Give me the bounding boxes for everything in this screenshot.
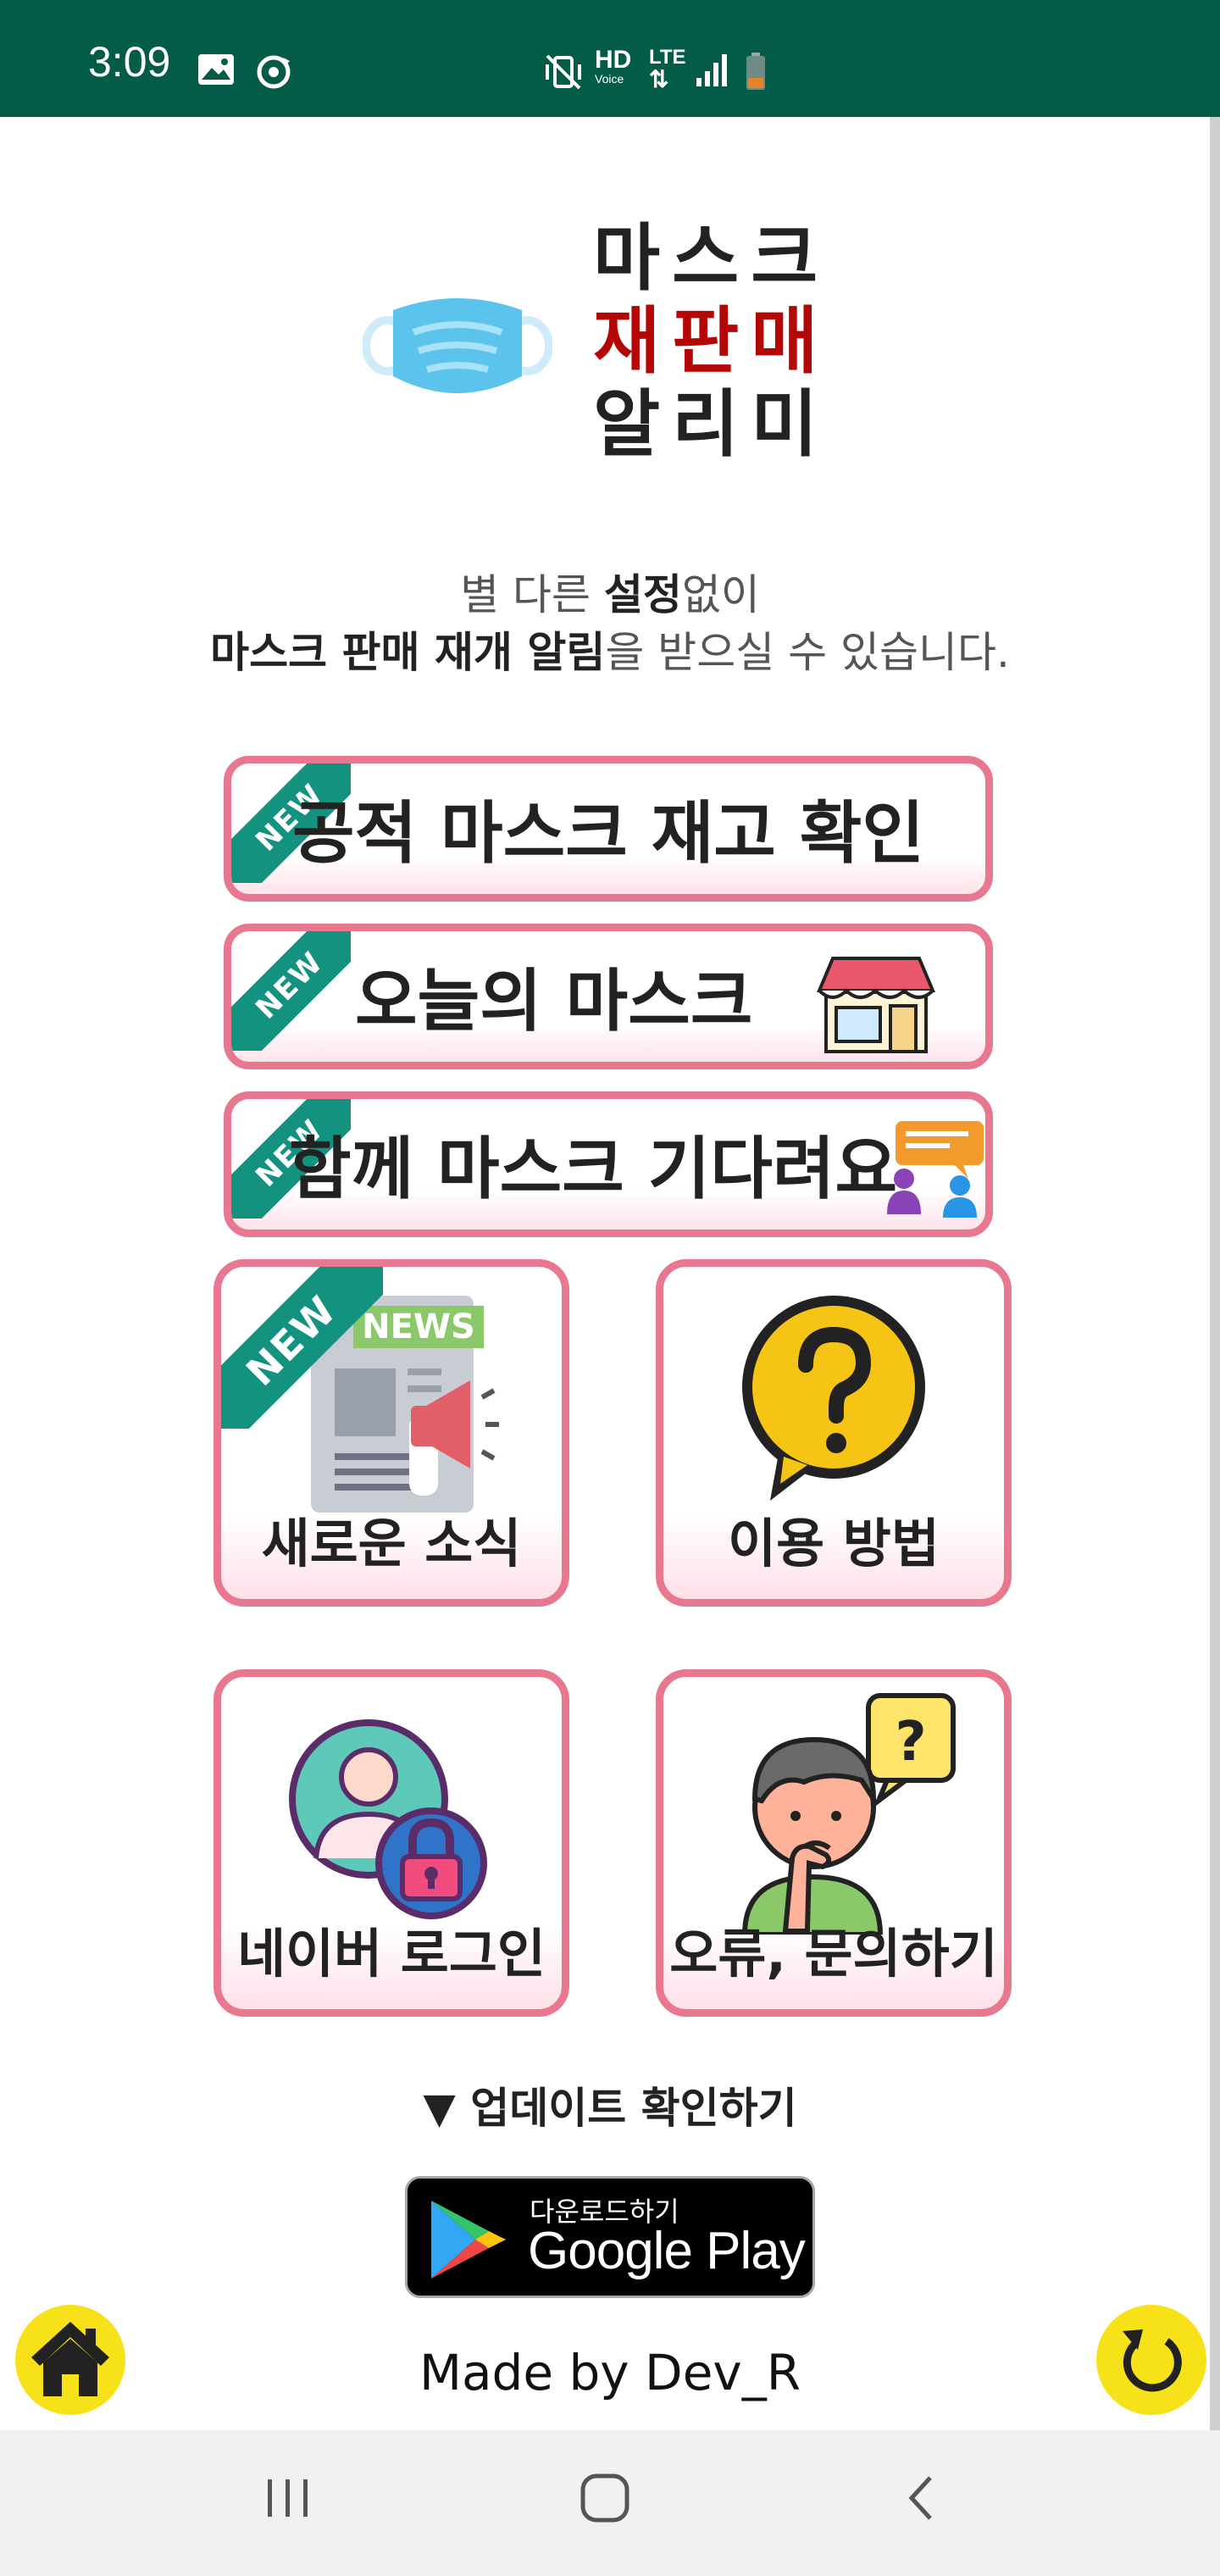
signal-icon	[696, 54, 727, 86]
question-bubble-icon	[742, 1296, 925, 1501]
thinking-person-icon: ?	[741, 1693, 956, 1935]
new-ribbon: NEW	[231, 931, 351, 1051]
home-nav-icon[interactable]	[580, 2473, 630, 2523]
app-description: 별 다른 설정없이 마스크 판매 재개 알림을 받으실 수 있습니다.	[0, 566, 1220, 681]
chat-people-icon	[887, 1121, 984, 1218]
description-line-1: 별 다른 설정없이	[0, 566, 1220, 624]
system-nav-bar	[0, 2430, 1220, 2576]
how-to-use-label: 이용 방법	[728, 1513, 940, 1574]
voice-label: Voice	[595, 72, 624, 86]
description-text: 별 다른	[460, 570, 604, 619]
stock-check-button[interactable]: NEW 공적 마스크 재고 확인	[224, 756, 993, 902]
mute-vibrate-icon	[546, 54, 581, 90]
wait-together-label: 함께 마스크 기다려요	[289, 1130, 898, 1208]
description-text: 없이	[681, 570, 760, 619]
status-time: 3:09	[88, 38, 171, 86]
news-label: 새로운 소식	[261, 1513, 522, 1574]
battery-icon	[746, 53, 765, 90]
new-ribbon-label: NEW	[231, 931, 351, 1051]
back-icon[interactable]	[901, 2473, 944, 2523]
refresh-icon	[1123, 2329, 1182, 2392]
today-mask-button[interactable]: NEW 오늘의 마스크	[224, 924, 993, 1069]
lte-icon: LTE ⇅	[649, 46, 686, 92]
user-lock-icon	[289, 1719, 487, 1919]
naver-login-label: 네이버 로그인	[237, 1923, 546, 1985]
description-text: 을 받으실 수 있습니다.	[605, 628, 1010, 677]
store-icon	[816, 957, 936, 1053]
report-button[interactable]: ? 오류, 문의하기	[656, 1669, 1012, 2017]
hd-voice-icon: HD Voice	[595, 46, 637, 86]
app-logo-title: 마스크 재판매 알리미	[593, 217, 847, 466]
new-ribbon-label: NEW	[221, 1267, 383, 1429]
made-by-credit: Made by Dev_R	[419, 2344, 801, 2401]
stock-check-label: 공적 마스크 재고 확인	[292, 794, 924, 873]
image-icon	[198, 54, 234, 85]
status-bar: 3:09 HD Voice LTE ⇅	[0, 0, 1220, 117]
recent-apps-icon[interactable]	[263, 2473, 313, 2523]
lte-label: LTE	[649, 46, 686, 69]
sync-icon	[257, 55, 291, 89]
google-play-button[interactable]: 다운로드하기 Google Play	[405, 2176, 815, 2298]
how-to-use-button[interactable]: 이용 방법	[656, 1259, 1012, 1607]
new-ribbon: NEW	[221, 1267, 383, 1429]
naver-login-button[interactable]: 네이버 로그인	[214, 1669, 569, 2017]
description-bold: 설정	[603, 570, 682, 619]
home-button[interactable]	[15, 2305, 125, 2415]
svg-text:?: ?	[895, 1711, 926, 1774]
logo-line-3: 알리미	[593, 382, 830, 467]
store-big-label: Google Play	[528, 2222, 806, 2280]
hd-label: HD	[595, 46, 632, 74]
wait-together-button[interactable]: NEW 함께 마스크 기다려요	[224, 1091, 993, 1237]
logo-line-1: 마스크	[593, 216, 830, 301]
report-label: 오류, 문의하기	[669, 1923, 998, 1985]
refresh-button[interactable]	[1096, 2305, 1206, 2415]
description-line-2: 마스크 판매 재개 알림을 받으실 수 있습니다.	[0, 624, 1220, 681]
description-bold: 마스크 판매 재개 알림	[210, 628, 606, 677]
logo-line-2: 재판매	[593, 299, 830, 384]
mask-logo-icon	[363, 298, 552, 393]
today-mask-label: 오늘의 마스크	[355, 962, 753, 1041]
news-button[interactable]: NEWS NEW 새로운 소식	[214, 1259, 569, 1607]
update-check-label: ▼ 업데이트 확인하기	[423, 2084, 797, 2133]
google-play-icon	[431, 2201, 506, 2279]
home-icon	[31, 2322, 109, 2396]
